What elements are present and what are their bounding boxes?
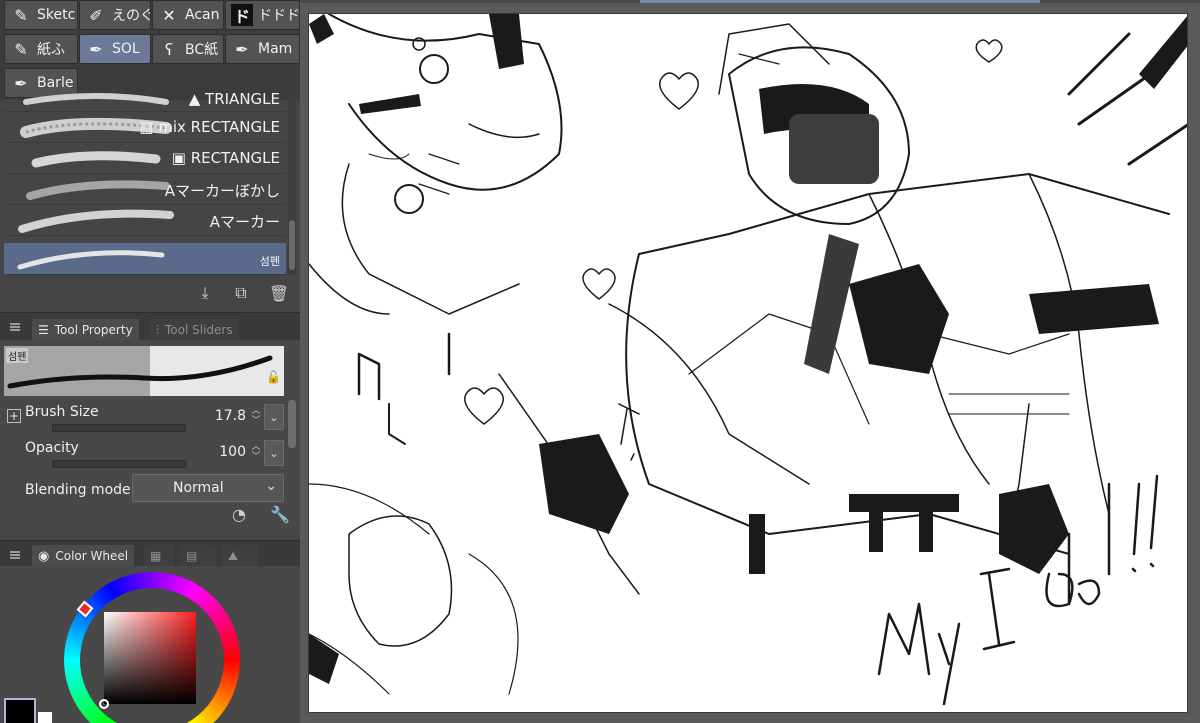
subtool-tab-dododo[interactable]: ド ドドド — [225, 0, 300, 30]
brush-stroke-preview — [18, 209, 174, 233]
brush-preview: 섬펜 — [4, 346, 284, 396]
opacity-row: Opacity 100 ︿ ﹀ ⌄ — [0, 438, 300, 476]
tab-approximate-color[interactable]: ⛰ — [222, 545, 258, 567]
lock-icon[interactable]: 🔓 — [266, 370, 281, 384]
tab-intermediate-color[interactable]: ▤ — [180, 545, 216, 567]
subtool-tab-enogu[interactable]: ✐ えのぐ — [79, 0, 151, 30]
tool-property-header: ☰ Tool Property ⫶ Tool Sliders — [0, 312, 300, 341]
brush-size-row: + Brush Size 17.8 ︿ ﹀ ⌄ — [0, 402, 300, 440]
subtool-tab-acan[interactable]: ✕ Acan — [152, 0, 224, 30]
brush-list-scroll-thumb[interactable] — [289, 220, 295, 270]
panel-grip-icon[interactable] — [10, 551, 20, 559]
brush-stroke-preview — [26, 180, 170, 200]
do-stamp-icon: ド — [231, 4, 253, 26]
sv-marker[interactable] — [99, 699, 109, 709]
sub-color-swatch[interactable] — [38, 712, 52, 723]
brush-list-toolbar: ⤓ ⧉ 🗑 — [0, 278, 300, 308]
duplicate-icon[interactable]: ⧉ — [230, 282, 252, 304]
subtool-tab-kamifu[interactable]: ✎ 紙ふ — [4, 34, 78, 64]
download-icon[interactable]: ⤓ — [194, 282, 216, 304]
chevron-down-icon: ⌄ — [265, 478, 277, 494]
wrench-icon[interactable]: 🔧 — [270, 505, 290, 524]
blending-mode-select[interactable]: Normal ⌄ — [132, 474, 284, 502]
brush-size-slider[interactable] — [52, 424, 186, 432]
brush-item-mix-rectangle[interactable]: ▨ mix RECTANGLE — [4, 112, 286, 143]
filmstrip-icon: ▤ — [186, 549, 198, 563]
brush-stroke-preview — [23, 93, 169, 105]
brush-icon: ✐ — [89, 5, 103, 25]
trash-icon[interactable]: 🗑 — [268, 282, 290, 304]
tool-property-scrollbar[interactable] — [288, 400, 296, 448]
pen-icon: ✒ — [89, 39, 103, 59]
left-panel: ✎ Sketc ✐ えのぐ ✕ Acan ド ドドド ✎ 紙ふ ✒ SOL ʕ … — [0, 0, 300, 723]
brush-size-dropdown[interactable]: ⌄ — [264, 404, 284, 430]
brush-list: ▲ TRIANGLE ▨ mix RECTANGLE ▣ RECTANGLE A… — [0, 90, 300, 278]
tab-tool-property[interactable]: ☰ Tool Property — [32, 319, 139, 341]
bear-icon: ʕ — [164, 39, 174, 59]
panel-grip-icon[interactable] — [10, 323, 20, 331]
tab-color-set[interactable]: ▦ — [144, 545, 174, 567]
subtool-tab-mam[interactable]: ✒ Mam — [225, 34, 300, 64]
brush-preview-stroke — [7, 355, 273, 389]
subtool-tab-bc[interactable]: ʕ BC紙 — [152, 34, 224, 64]
brush-item-a-marker-blur[interactable]: Aマーカーぼかし — [4, 174, 286, 205]
pen-icon: ✒ — [235, 39, 249, 59]
canvas-area[interactable] — [300, 0, 1200, 723]
pencil-icon: ✎ — [14, 5, 28, 25]
brush-stroke-preview — [17, 250, 165, 270]
main-color-swatch[interactable] — [4, 698, 36, 723]
sliders-icon: ☰ — [38, 323, 49, 337]
brush-item-a-marker[interactable]: Aマーカー — [4, 205, 286, 236]
color-wheel-icon: ◉ — [38, 548, 50, 564]
subtool-tab-bar: ✎ Sketc ✐ えのぐ ✕ Acan ド ドドド ✎ 紙ふ ✒ SOL ʕ … — [0, 0, 300, 100]
color-wheel-header: ◉ Color Wheel ▦ ▤ ⛰ — [0, 540, 300, 567]
settings-dial-icon[interactable]: ◔ — [232, 505, 246, 524]
brush-item-rectangle[interactable]: ▣ RECTANGLE — [4, 143, 286, 174]
color-set-icon: ▦ — [150, 549, 162, 563]
brush-stroke-preview — [31, 151, 161, 168]
crossed-pens-icon: ✕ — [162, 5, 176, 25]
canvas-horizontal-scroll[interactable] — [640, 0, 1040, 3]
canvas-paper[interactable] — [308, 13, 1188, 713]
opacity-spinner[interactable]: ︿ ﹀ — [250, 442, 262, 464]
tab-color-wheel[interactable]: ◉ Color Wheel — [32, 545, 135, 567]
opacity-dropdown[interactable]: ⌄ — [264, 440, 284, 466]
tool-property-body: 섬펜 🔓 + Brush Size 17.8 ︿ ﹀ ⌄ Opacity 100 … — [0, 340, 300, 535]
brush-item-seompen[interactable]: 섬펜 — [4, 243, 286, 275]
mountain-icon: ⛰ — [228, 548, 239, 563]
expand-plus-icon[interactable]: + — [7, 409, 21, 423]
tab-tool-sliders[interactable]: ⫶ Tool Sliders — [150, 319, 239, 341]
saturation-value-square[interactable] — [104, 612, 196, 704]
subtool-tab-sol[interactable]: ✒ SOL — [79, 34, 151, 64]
brush-item-triangle[interactable]: ▲ TRIANGLE — [4, 88, 286, 112]
brush-icon: ✎ — [14, 39, 28, 59]
subtool-tab-sketch[interactable]: ✎ Sketc — [4, 0, 78, 30]
sliders-vertical-icon: ⫶ — [156, 322, 160, 337]
brush-size-spinner[interactable]: ︿ ﹀ — [250, 406, 262, 428]
sketch-artwork — [309, 14, 1187, 706]
opacity-slider[interactable] — [52, 460, 186, 468]
